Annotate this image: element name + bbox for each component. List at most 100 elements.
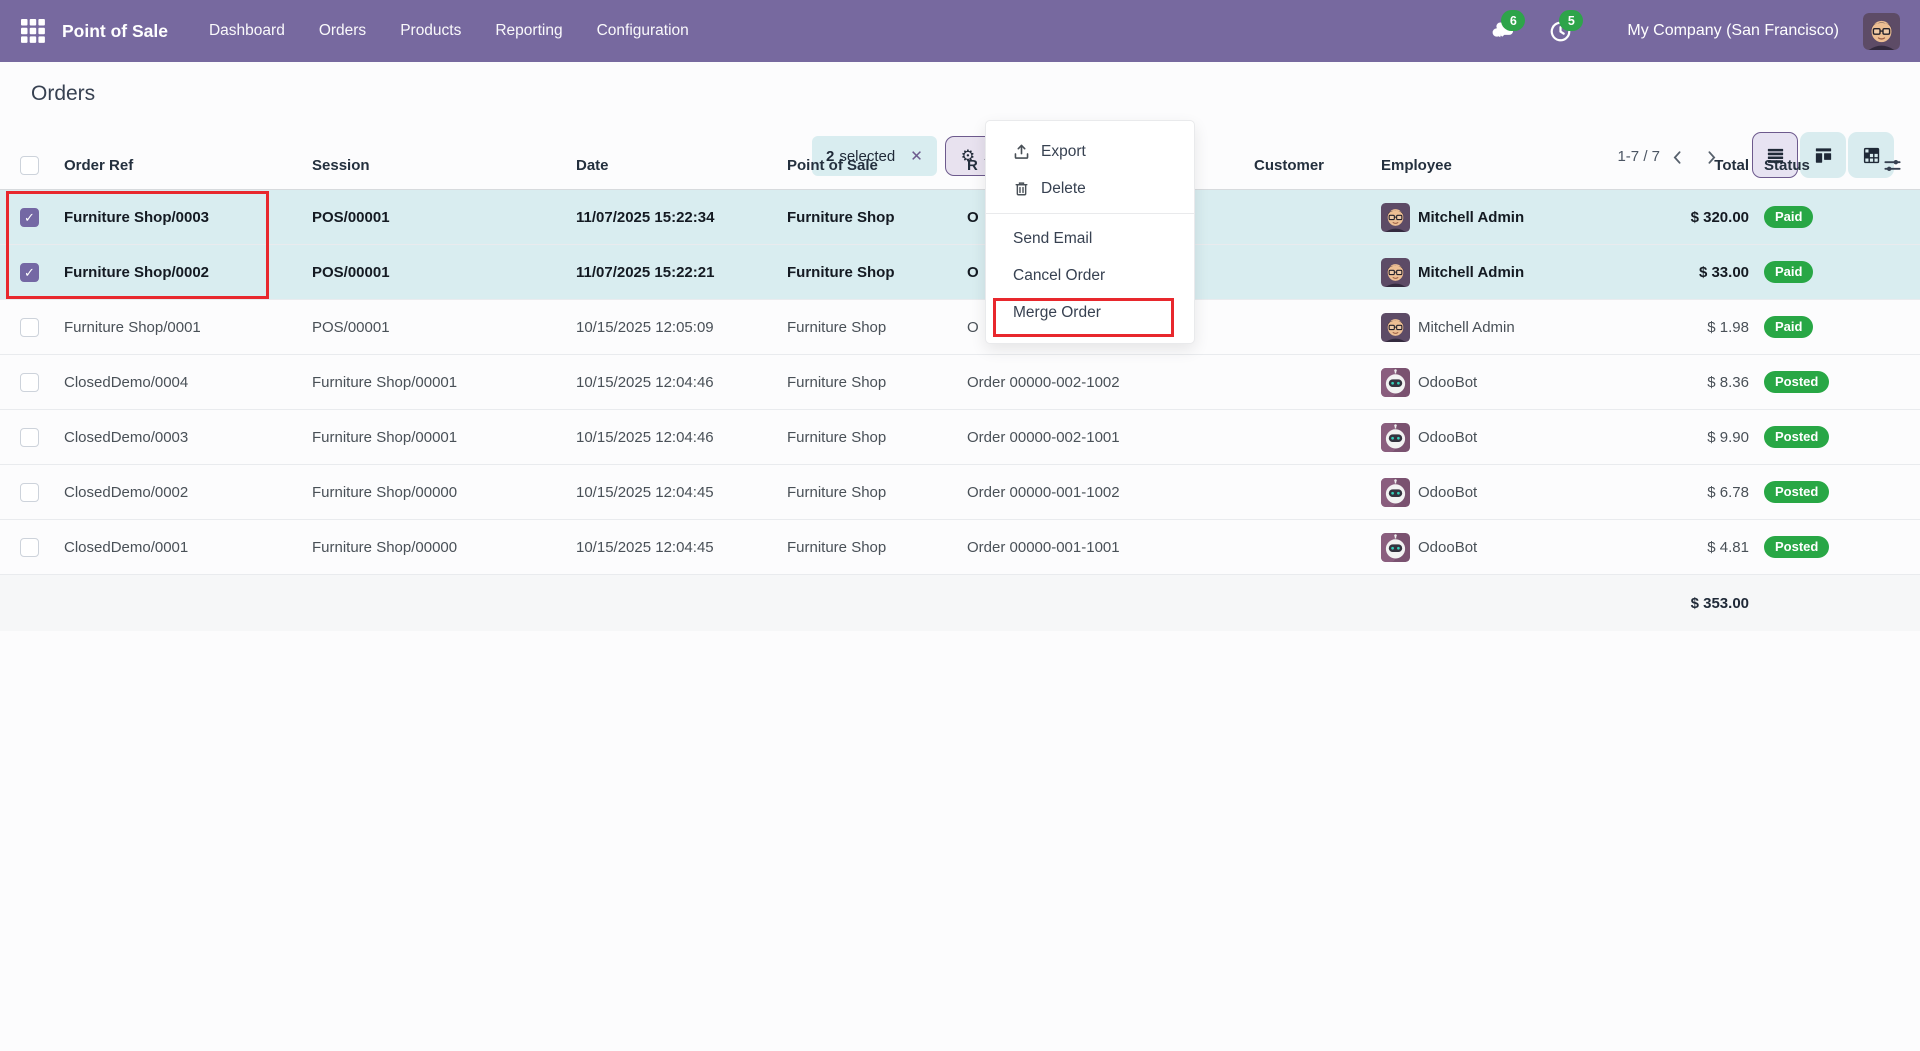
status-badge: Posted xyxy=(1764,481,1829,504)
menu-item-label: Merge Order xyxy=(1013,304,1101,322)
menu-item-cancel-order[interactable]: Cancel Order xyxy=(986,257,1194,294)
list-footer-row: $ 353.00 xyxy=(0,575,1920,631)
activities-icon[interactable]: 5 xyxy=(1543,14,1577,48)
status-badge: Posted xyxy=(1764,371,1829,394)
menu-item-send-email[interactable]: Send Email xyxy=(986,220,1194,257)
export-icon xyxy=(1013,143,1030,160)
column-header-date[interactable]: Date xyxy=(560,141,771,189)
nav-item-dashboard[interactable]: Dashboard xyxy=(196,14,298,48)
column-header-order_ref[interactable]: Order Ref xyxy=(48,141,296,189)
cell-total: $ 33.00 xyxy=(1627,245,1749,299)
row-checkbox[interactable] xyxy=(20,208,39,227)
odoobot-avatar xyxy=(1381,423,1410,452)
nav-item-configuration[interactable]: Configuration xyxy=(584,14,702,48)
messages-icon[interactable]: 6 xyxy=(1485,14,1519,48)
cell-total: $ 8.36 xyxy=(1627,355,1749,409)
menu-divider xyxy=(986,213,1194,214)
column-header-total[interactable]: Total xyxy=(1627,141,1749,189)
column-header-status[interactable]: Status xyxy=(1749,141,1864,189)
row-checkbox[interactable] xyxy=(20,538,39,557)
table-row-closeddemo-0002[interactable]: ClosedDemo/0002Furniture Shop/0000010/15… xyxy=(0,465,1920,520)
apps-grid-icon[interactable] xyxy=(18,16,48,46)
cell-date: 10/15/2025 12:04:46 xyxy=(560,410,771,464)
cell-date: 10/15/2025 12:04:46 xyxy=(560,355,771,409)
table-row-furniture-shop-0001[interactable]: Furniture Shop/0001POS/0000110/15/2025 1… xyxy=(0,300,1920,355)
actions-dropdown-menu: Export Delete Send Email Cancel Order Merge … xyxy=(985,120,1195,344)
list-header-row: Order RefSessionDatePoint of SaleRCustom… xyxy=(0,141,1920,190)
row-checkbox[interactable] xyxy=(20,318,39,337)
cell-pos: Furniture Shop xyxy=(771,355,951,409)
cell-employee: Mitchell Admin xyxy=(1365,245,1627,299)
cell-receipt: Order 00000-002-1002 xyxy=(951,355,1238,409)
company-switcher[interactable]: My Company (San Francisco) xyxy=(1627,22,1839,40)
main-menu: DashboardOrdersProductsReporting Configur… xyxy=(196,14,702,48)
odoobot-avatar xyxy=(1381,478,1410,507)
footer-total: $ 353.00 xyxy=(1627,575,1749,631)
cell-order_ref: Furniture Shop/0003 xyxy=(48,190,296,244)
row-checkbox[interactable] xyxy=(20,428,39,447)
cell-employee: OdooBot xyxy=(1365,410,1627,464)
row-checkbox[interactable] xyxy=(20,483,39,502)
table-row-closeddemo-0001[interactable]: ClosedDemo/0001Furniture Shop/0000010/15… xyxy=(0,520,1920,575)
messages-count-badge: 6 xyxy=(1501,10,1525,31)
column-header-pos[interactable]: Point of Sale xyxy=(771,141,951,189)
cell-employee: OdooBot xyxy=(1365,355,1627,409)
cell-order_ref: ClosedDemo/0001 xyxy=(48,520,296,574)
mitchell-admin-avatar xyxy=(1381,258,1410,287)
user-avatar[interactable] xyxy=(1863,13,1900,50)
menu-item-label: Cancel Order xyxy=(1013,267,1105,285)
row-checkbox[interactable] xyxy=(20,373,39,392)
cell-employee: Mitchell Admin xyxy=(1365,190,1627,244)
column-header-customer[interactable]: Customer xyxy=(1238,141,1365,189)
orders-list: Order RefSessionDatePoint of SaleRCustom… xyxy=(0,141,1920,631)
cell-employee: Mitchell Admin xyxy=(1365,300,1627,354)
control-panel: Orders 2 selected ✕ ⚙ Actions 1-7 / 7 xyxy=(0,62,1920,141)
cell-total: $ 6.78 xyxy=(1627,465,1749,519)
column-header-employee[interactable]: Employee xyxy=(1365,141,1627,189)
cell-date: 11/07/2025 15:22:34 xyxy=(560,190,771,244)
mitchell-admin-avatar xyxy=(1381,203,1410,232)
status-badge: Paid xyxy=(1764,261,1813,284)
row-checkbox[interactable] xyxy=(20,263,39,282)
table-row-closeddemo-0004[interactable]: ClosedDemo/0004Furniture Shop/0000110/15… xyxy=(0,355,1920,410)
nav-item-products[interactable]: Products xyxy=(387,14,474,48)
menu-item-label: Export xyxy=(1041,143,1086,161)
cell-session: Furniture Shop/00000 xyxy=(296,465,560,519)
cell-status: Posted xyxy=(1749,465,1864,519)
menu-item-label: Send Email xyxy=(1013,230,1092,248)
menu-item-delete[interactable]: Delete xyxy=(986,170,1194,207)
cell-status: Paid xyxy=(1749,245,1864,299)
cell-order_ref: Furniture Shop/0002 xyxy=(48,245,296,299)
cell-date: 10/15/2025 12:04:45 xyxy=(560,520,771,574)
menu-item-merge-order[interactable]: Merge Order xyxy=(986,294,1194,331)
cell-pos: Furniture Shop xyxy=(771,300,951,354)
table-row-furniture-shop-0002[interactable]: Furniture Shop/0002POS/0000111/07/2025 1… xyxy=(0,245,1920,300)
cell-receipt: Order 00000-001-1001 xyxy=(951,520,1238,574)
cell-order_ref: ClosedDemo/0003 xyxy=(48,410,296,464)
cell-session: Furniture Shop/00000 xyxy=(296,520,560,574)
status-badge: Posted xyxy=(1764,536,1829,559)
column-header-session[interactable]: Session xyxy=(296,141,560,189)
nav-item-reporting[interactable]: Reporting xyxy=(482,14,575,48)
adjust-columns-button[interactable] xyxy=(1864,141,1920,189)
sliders-icon xyxy=(1882,155,1903,176)
app-title[interactable]: Point of Sale xyxy=(62,21,168,42)
mitchell-admin-avatar xyxy=(1381,313,1410,342)
cell-total: $ 9.90 xyxy=(1627,410,1749,464)
cell-customer xyxy=(1238,190,1365,244)
cell-customer xyxy=(1238,520,1365,574)
status-badge: Paid xyxy=(1764,316,1813,339)
select-all-checkbox[interactable] xyxy=(20,156,39,175)
nav-item-orders[interactable]: Orders xyxy=(306,14,379,48)
table-row-furniture-shop-0003[interactable]: Furniture Shop/0003POS/0000111/07/2025 1… xyxy=(0,190,1920,245)
table-row-closeddemo-0003[interactable]: ClosedDemo/0003Furniture Shop/0000110/15… xyxy=(0,410,1920,465)
menu-item-label: Delete xyxy=(1041,180,1086,198)
cell-session: POS/00001 xyxy=(296,190,560,244)
menu-item-export[interactable]: Export xyxy=(986,133,1194,170)
cell-status: Posted xyxy=(1749,520,1864,574)
cell-pos: Furniture Shop xyxy=(771,410,951,464)
cell-status: Paid xyxy=(1749,190,1864,244)
cell-date: 10/15/2025 12:04:45 xyxy=(560,465,771,519)
status-badge: Posted xyxy=(1764,426,1829,449)
cell-total: $ 320.00 xyxy=(1627,190,1749,244)
